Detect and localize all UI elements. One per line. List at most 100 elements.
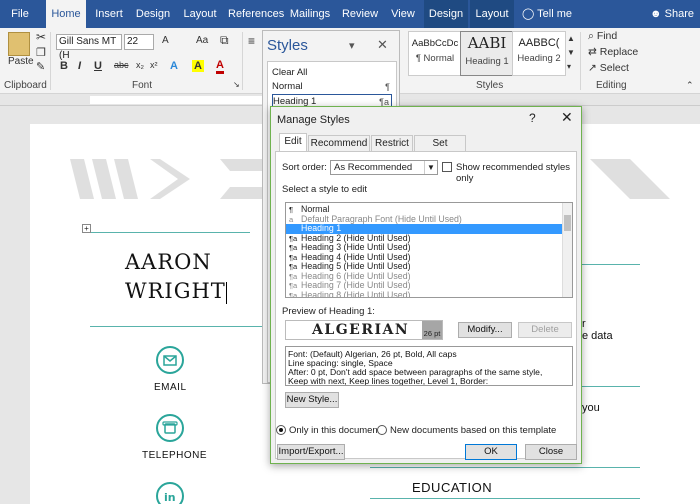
text-effects-icon[interactable]: A bbox=[170, 60, 178, 72]
pane-options-icon[interactable]: ▾ bbox=[349, 39, 355, 52]
education-heading: EDUCATION bbox=[412, 480, 493, 495]
style-list-label: Heading 4 (Hide Until Used) bbox=[301, 251, 411, 262]
strikethrough-button[interactable]: abc bbox=[114, 60, 129, 70]
divider-line bbox=[370, 467, 640, 468]
tab-mailings[interactable]: Mailings bbox=[288, 0, 332, 28]
tab-edit[interactable]: Edit bbox=[279, 133, 307, 151]
select-button[interactable]: ↗ Select bbox=[588, 62, 629, 74]
style-list[interactable]: ¶ Normal a Default Paragraph Font (Hide Un… bbox=[285, 202, 573, 298]
ok-button[interactable]: OK bbox=[465, 444, 517, 460]
style-list-scrollbar[interactable] bbox=[562, 203, 572, 297]
divider bbox=[580, 32, 581, 90]
tell-me[interactable]: ◯ Tell me bbox=[522, 0, 572, 28]
linked-style-icon: ¶a bbox=[289, 281, 298, 290]
tab-file[interactable]: File bbox=[0, 0, 40, 28]
style-list-label: Heading 2 (Hide Until Used) bbox=[301, 232, 411, 243]
underline-button[interactable]: U bbox=[94, 60, 102, 72]
only-document-radio[interactable] bbox=[276, 425, 286, 435]
styles-group-label: Styles bbox=[476, 80, 504, 91]
linked-style-icon: ¶a bbox=[289, 262, 298, 271]
tab-insert[interactable]: Insert bbox=[89, 0, 129, 28]
close-button[interactable]: Close bbox=[525, 444, 577, 460]
search-icon: ⌕ bbox=[588, 30, 594, 42]
only-document-label: Only in this document bbox=[289, 425, 381, 436]
new-documents-radio[interactable] bbox=[377, 425, 387, 435]
sort-order-select[interactable]: As Recommended ▼ bbox=[330, 160, 438, 175]
tab-layout[interactable]: Layout bbox=[180, 0, 220, 28]
clear-format-icon[interactable]: ⧉ bbox=[220, 33, 229, 48]
replace-label: Replace bbox=[599, 46, 639, 58]
font-color-icon[interactable]: A bbox=[216, 60, 224, 74]
tab-references[interactable]: References bbox=[228, 0, 284, 28]
tab-set-defaults[interactable]: Set Defaults bbox=[414, 135, 466, 164]
paste-button[interactable]: Paste bbox=[8, 56, 34, 67]
find-label: Find bbox=[596, 30, 618, 42]
copy-icon[interactable]: ❐ bbox=[36, 46, 46, 59]
tab-recommend[interactable]: Recommend bbox=[308, 135, 370, 151]
find-button[interactable]: ⌕ Find bbox=[588, 30, 617, 43]
gallery-down-icon[interactable]: ▼ bbox=[567, 48, 575, 57]
font-name-box[interactable]: Gill Sans MT (H bbox=[56, 34, 122, 61]
style-list-label: Default Paragraph Font (Hide Until Used) bbox=[301, 213, 462, 224]
grow-font-button[interactable]: A bbox=[162, 35, 169, 46]
divider-line bbox=[370, 498, 640, 499]
style-list-item[interactable]: ¶a Heading 8 (Hide Until Used) bbox=[286, 290, 562, 297]
text-cursor bbox=[225, 281, 227, 304]
tab-restrict[interactable]: Restrict bbox=[371, 135, 413, 151]
style-gallery-normal[interactable]: AaBbCcDc ¶ Normal bbox=[408, 31, 462, 76]
body-text-fragment: r bbox=[582, 318, 586, 330]
tab-review[interactable]: Review bbox=[340, 0, 380, 28]
bullets-icon[interactable]: ≡ bbox=[248, 34, 255, 48]
modify-button[interactable]: Modify... bbox=[458, 322, 512, 338]
superscript-button[interactable]: x² bbox=[150, 60, 158, 70]
bold-button[interactable]: B bbox=[60, 60, 68, 72]
clipboard-group-label: Clipboard bbox=[4, 80, 47, 91]
cut-icon[interactable]: ✂ bbox=[36, 30, 46, 44]
body-text-fragment: you bbox=[582, 402, 600, 414]
close-icon[interactable]: ✕ bbox=[561, 109, 573, 126]
delete-button[interactable]: Delete bbox=[518, 322, 572, 338]
paragraph-mark-icon: ¶ bbox=[289, 205, 294, 214]
styles-pane-item[interactable]: Clear All bbox=[272, 66, 392, 80]
close-icon[interactable]: ✕ bbox=[377, 37, 388, 53]
body-text-fragment: e data bbox=[582, 330, 613, 342]
tab-design[interactable]: Design bbox=[133, 0, 173, 28]
style-sample: AABBC( bbox=[518, 37, 560, 49]
highlight-button[interactable]: A bbox=[192, 60, 204, 72]
divider-line bbox=[580, 386, 640, 387]
help-button[interactable]: ? bbox=[529, 111, 536, 125]
styles-pane-item[interactable]: Normal ¶ bbox=[272, 80, 392, 94]
style-description: Font: (Default) Algerian, 26 pt, Bold, A… bbox=[285, 346, 573, 386]
scrollbar-thumb[interactable] bbox=[564, 215, 571, 231]
linked-style-icon: ¶a bbox=[289, 233, 298, 243]
font-dialog-launcher-icon[interactable]: ↘ bbox=[233, 80, 240, 89]
replace-button[interactable]: ⇄ Replace bbox=[588, 46, 638, 58]
style-gallery-heading2[interactable]: AABBC( Heading 2 bbox=[512, 31, 566, 76]
show-recommended-checkbox[interactable] bbox=[442, 162, 452, 172]
email-icon bbox=[156, 346, 184, 374]
tab-home[interactable]: Home bbox=[46, 0, 86, 28]
gallery-more-icon[interactable]: ▾ bbox=[567, 62, 571, 71]
svg-text:in: in bbox=[164, 491, 176, 504]
gallery-up-icon[interactable]: ▲ bbox=[567, 34, 575, 43]
subscript-button[interactable]: x₂ bbox=[136, 60, 144, 70]
italic-button[interactable]: I bbox=[78, 60, 81, 72]
format-painter-icon[interactable]: ✎ bbox=[36, 60, 45, 73]
import-export-button[interactable]: Import/Export... bbox=[277, 444, 345, 460]
change-case-button[interactable]: Aa bbox=[196, 35, 208, 46]
collapse-ribbon-icon[interactable]: ⌃ bbox=[686, 80, 694, 91]
edit-tab-panel: Sort order: As Recommended ▼ Show recomm… bbox=[275, 151, 577, 459]
tab-view[interactable]: View bbox=[386, 0, 420, 28]
linked-style-icon: ¶a bbox=[289, 243, 298, 252]
tell-me-label: Tell me bbox=[537, 8, 573, 20]
table-anchor-icon[interactable]: + bbox=[82, 224, 91, 233]
share-button[interactable]: ☻ Share bbox=[650, 0, 694, 28]
tab-table-layout[interactable]: Layout bbox=[470, 0, 514, 28]
new-style-button[interactable]: New Style... bbox=[285, 392, 339, 408]
style-gallery-heading1[interactable]: AABI Heading 1 bbox=[460, 31, 514, 76]
style-list-label: Heading 1 bbox=[301, 223, 342, 233]
font-size-box[interactable]: 22 bbox=[124, 34, 154, 50]
style-list-label: Heading 5 (Hide Until Used) bbox=[301, 261, 411, 271]
tab-table-design[interactable]: Design bbox=[424, 0, 468, 28]
sort-order-label: Sort order: bbox=[282, 162, 327, 173]
